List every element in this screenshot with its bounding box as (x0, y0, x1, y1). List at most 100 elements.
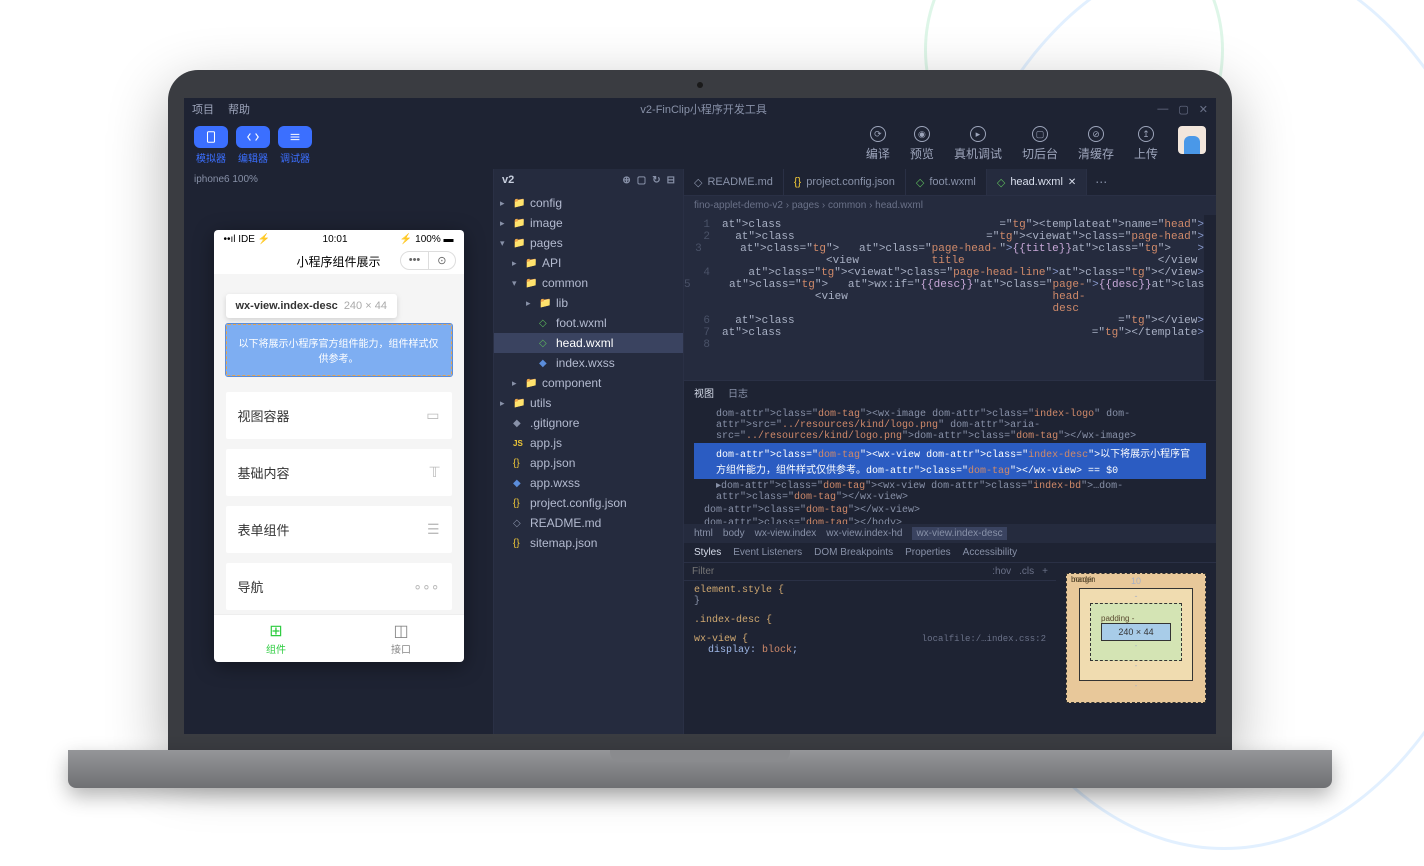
code-text: at">class (722, 327, 1092, 339)
tab-close-icon[interactable]: ✕ (1068, 177, 1076, 188)
code-editor[interactable]: 1at">class="tg"><template at">name="head… (684, 215, 1216, 380)
list-item[interactable]: 导航∘∘∘ (226, 563, 452, 610)
tree-item[interactable]: ◇head.wxml (494, 333, 683, 353)
breadcrumb[interactable]: fino-applet-demo-v2 › pages › common › h… (684, 196, 1216, 215)
styles-subtab[interactable]: Accessibility (963, 547, 1017, 558)
tab-icon: ⊞ (214, 621, 339, 641)
crumb-item[interactable]: wx-view.index (755, 528, 817, 539)
avatar[interactable] (1178, 126, 1206, 154)
phone-preview[interactable]: ••ıl IDE ⚡ 10:01 ⚡ 100% ▬ 小程序组件展示 ••• ⊙ (214, 230, 464, 662)
explorer-action-icon[interactable]: ⊕ (622, 175, 630, 186)
capsule-close-icon[interactable]: ⊙ (429, 252, 454, 269)
mode-debugger[interactable]: 调试器 (278, 126, 312, 165)
css-declaration[interactable]: display: block; (694, 645, 1046, 656)
explorer-action-icon[interactable]: ⊟ (667, 175, 675, 186)
close-icon[interactable]: ✕ (1199, 103, 1208, 116)
line-number: 8 (684, 339, 722, 351)
dom-node[interactable]: dom-attr">class="dom-tag"></body> (694, 517, 1206, 524)
tree-item[interactable]: ▸📁component (494, 373, 683, 393)
list-item[interactable]: 表单组件☰ (226, 506, 452, 553)
tree-item[interactable]: ▸📁config (494, 193, 683, 213)
css-selector[interactable]: element.style { (694, 585, 784, 596)
mode-simulator[interactable]: 模拟器 (194, 126, 228, 165)
more-tabs-icon[interactable]: ⋯ (1087, 169, 1115, 195)
tree-item[interactable]: ▸📁API (494, 253, 683, 273)
explorer-action-icon[interactable]: ▢ (637, 175, 646, 186)
menu-project[interactable]: 项目 (192, 101, 214, 117)
elements-panel[interactable]: dom-attr">class="dom-tag"><wx-image dom-… (684, 404, 1216, 524)
file-icon: JS (513, 439, 525, 448)
capsule-more-icon[interactable]: ••• (401, 252, 430, 269)
editor-tab[interactable]: ◇foot.wxml (906, 169, 987, 195)
dom-node[interactable]: dom-attr">class="dom-tag"><wx-view dom-a… (694, 443, 1206, 479)
menu-help[interactable]: 帮助 (228, 101, 250, 117)
tree-label: lib (556, 296, 568, 310)
tree-item[interactable]: ▾📁common (494, 273, 683, 293)
phone-tab[interactable]: ⊞组件 (214, 615, 339, 662)
list-item-label: 视图容器 (238, 406, 290, 425)
simulator-device-label[interactable]: iphone6 100% (184, 169, 493, 190)
menubar: 项目 帮助 v2-FinClip小程序开发工具 — ▢ ✕ (184, 98, 1216, 120)
crumb-item[interactable]: html (694, 528, 713, 539)
css-source[interactable]: localfile:/…index.css:2 (922, 634, 1046, 644)
tree-item[interactable]: ▸📁lib (494, 293, 683, 313)
tree-item[interactable]: ▾📁pages (494, 233, 683, 253)
tb-preview[interactable]: ◉预览 (910, 126, 934, 162)
styles-subtab[interactable]: Properties (905, 547, 951, 558)
tree-item[interactable]: {}sitemap.json (494, 533, 683, 553)
line-number: 1 (684, 219, 722, 231)
minimize-icon[interactable]: — (1157, 103, 1168, 116)
tree-item[interactable]: ▸📁utils (494, 393, 683, 413)
tree-item[interactable]: ◇foot.wxml (494, 313, 683, 333)
mode-editor[interactable]: 编辑器 (236, 126, 270, 165)
styles-subtab[interactable]: Styles (694, 547, 721, 558)
elements-breadcrumb[interactable]: html body wx-view.index wx-view.index-hd wx-… (684, 524, 1216, 543)
inspected-element[interactable]: 以下将展示小程序官方组件能力，组件样式仅供参考。 (226, 324, 452, 376)
crumb-item[interactable]: wx-view.index-hd (826, 528, 902, 539)
tree-item[interactable]: ◆index.wxss (494, 353, 683, 373)
dom-node[interactable]: dom-attr">class="dom-tag"><wx-image dom-… (694, 408, 1206, 443)
tb-upload[interactable]: ↥上传 (1134, 126, 1158, 162)
tree-item[interactable]: {}project.config.json (494, 493, 683, 513)
explorer-action-icon[interactable]: ↻ (652, 175, 660, 186)
file-icon: 📁 (525, 278, 537, 289)
maximize-icon[interactable]: ▢ (1178, 103, 1188, 116)
dom-node[interactable]: dom-attr">class="dom-tag"></wx-view> (694, 504, 1206, 517)
capsule-menu[interactable]: ••• ⊙ (400, 251, 456, 270)
devtools-tab[interactable]: 视图 (694, 385, 714, 400)
styles-rules[interactable]: element.style {}.index-desc {</span></di… (684, 581, 1056, 660)
css-selector[interactable]: wx-view { (694, 634, 748, 645)
tree-item[interactable]: ▸📁image (494, 213, 683, 233)
tree-item[interactable]: ◆.gitignore (494, 413, 683, 433)
code-text: at">class (722, 315, 1118, 327)
styles-filter-input[interactable] (692, 566, 992, 577)
editor-tab[interactable]: ◇README.md (684, 169, 784, 195)
tb-compile[interactable]: ⟳编译 (866, 126, 890, 162)
list-item[interactable]: 基础内容𝕋 (226, 449, 452, 496)
dom-node[interactable]: ▸dom-attr">class="dom-tag"><wx-view dom-… (694, 479, 1206, 504)
tb-background[interactable]: ▢切后台 (1022, 126, 1058, 162)
camera-dot (697, 82, 703, 88)
styles-subtab[interactable]: Event Listeners (733, 547, 802, 558)
editor-tab[interactable]: {}project.config.json (784, 169, 906, 195)
tb-remote-debug[interactable]: ▸真机调试 (954, 126, 1002, 162)
tb-clear-cache[interactable]: ⊘清缓存 (1078, 126, 1114, 162)
line-number: 7 (684, 327, 722, 339)
tree-item[interactable]: ◇README.md (494, 513, 683, 533)
filter-action[interactable]: .cls (1019, 566, 1034, 577)
css-selector[interactable]: .index-desc { (694, 615, 772, 626)
tree-item[interactable]: ◆app.wxss (494, 473, 683, 493)
crumb-item[interactable]: wx-view.index-desc (912, 527, 1006, 540)
filter-action[interactable]: :hov (992, 566, 1011, 577)
tree-item[interactable]: {}app.json (494, 453, 683, 473)
crumb-item[interactable]: body (723, 528, 745, 539)
filter-action[interactable]: + (1042, 566, 1048, 577)
phone-tab[interactable]: ◫接口 (339, 615, 464, 662)
styles-subtab[interactable]: DOM Breakpoints (814, 547, 893, 558)
file-icon: 📁 (539, 298, 551, 309)
tree-item[interactable]: JSapp.js (494, 433, 683, 453)
devtools-tab[interactable]: 日志 (728, 385, 748, 400)
editor-tab[interactable]: ◇head.wxml✕ (987, 169, 1087, 195)
list-item[interactable]: 视图容器▭ (226, 392, 452, 439)
tree-label: utils (530, 396, 551, 410)
